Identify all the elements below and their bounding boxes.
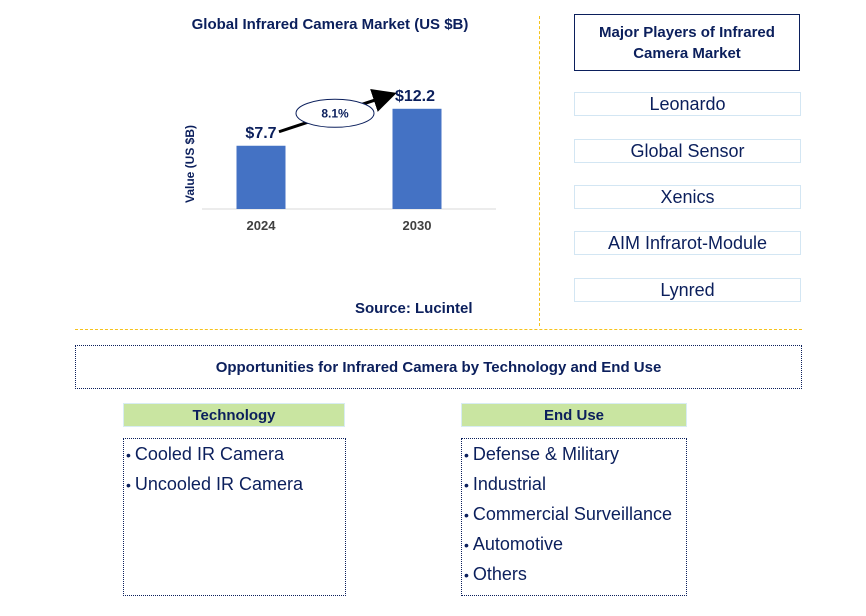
list-item: • Commercial Surveillance	[462, 501, 686, 531]
technology-list: • Cooled IR Camera • Uncooled IR Camera	[123, 438, 346, 596]
list-item: • Automotive	[462, 531, 686, 561]
player-item: Lynred	[574, 278, 801, 302]
x-tick-label: 2024	[247, 218, 277, 233]
list-item: • Defense & Military	[462, 441, 686, 471]
list-item-label: Others	[472, 564, 527, 584]
horizontal-divider	[75, 329, 802, 330]
bullet-icon: •	[464, 447, 469, 463]
bar-2030	[392, 108, 442, 209]
end-use-heading: End Use	[461, 403, 687, 427]
bar-value-label: $12.2	[395, 88, 435, 105]
list-item: • Cooled IR Camera	[124, 441, 345, 471]
player-item: Global Sensor	[574, 139, 801, 163]
list-item-label: Commercial Surveillance	[472, 504, 672, 524]
bar-chart: Value (US $B) $7.7 $12.2 2024 2030 8.1%	[183, 88, 496, 233]
chart-title: Global Infrared Camera Market (US $B)	[191, 16, 469, 33]
bullet-icon: •	[126, 477, 131, 493]
list-item-label: Industrial	[472, 474, 546, 494]
list-item-label: Uncooled IR Camera	[134, 474, 303, 494]
bullet-icon: •	[464, 477, 469, 493]
list-item: • Industrial	[462, 471, 686, 501]
list-item: • Others	[462, 561, 686, 591]
cagr-label: 8.1%	[321, 106, 349, 120]
bullet-icon: •	[464, 507, 469, 523]
bullet-icon: •	[464, 567, 469, 583]
player-item: Xenics	[574, 185, 801, 209]
list-item-label: Defense & Military	[472, 444, 619, 464]
bullet-icon: •	[126, 447, 131, 463]
vertical-divider	[539, 16, 540, 326]
list-item-label: Cooled IR Camera	[134, 444, 284, 464]
x-tick-label: 2030	[403, 218, 432, 233]
bar-value-label: $7.7	[245, 125, 276, 142]
bullet-icon: •	[464, 537, 469, 553]
technology-heading: Technology	[123, 403, 345, 427]
bar-2024	[236, 145, 286, 209]
player-item: AIM Infrarot-Module	[574, 231, 801, 255]
list-item-label: Automotive	[472, 534, 563, 554]
end-use-list: • Defense & Military • Industrial • Commerc…	[461, 438, 687, 596]
list-item: • Uncooled IR Camera	[124, 471, 345, 501]
source-label: Source: Lucintel	[355, 300, 473, 317]
opportunities-title: Opportunities for Infrared Camera by Tec…	[75, 345, 802, 389]
players-title: Major Players of Infrared Camera Market	[574, 14, 800, 71]
y-axis-label: Value (US $B)	[183, 125, 197, 203]
player-item: Leonardo	[574, 92, 801, 116]
